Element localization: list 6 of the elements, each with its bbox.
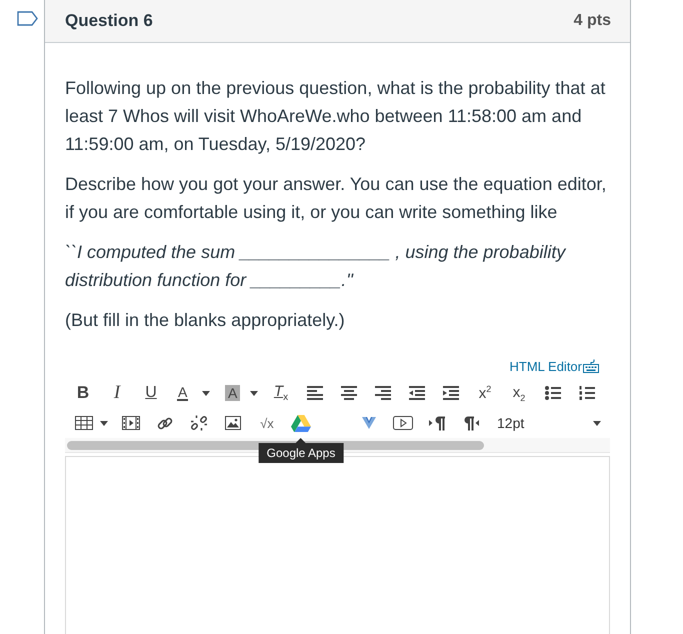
example-answer-text: ``I computed the sum _______________ , using the probability distribution function for _________.'' [65,241,568,292]
question-text: (But fill in the blanks appropriately.) [65,309,346,332]
points-label: 4 pts [574,12,611,30]
question-text: Describe how you got your answer. You can use the equation editor, if you are comfortable using it, or you can write something like [65,173,608,224]
question-text: Following up on the previous question, what is the probability that at least 7 Whos will visit WhoAreWe.who between 11:58:00 am and 11:59:00 am, on Tuesday, 5/19/2020? [65,77,606,156]
question-title: Question 6 [65,11,153,31]
